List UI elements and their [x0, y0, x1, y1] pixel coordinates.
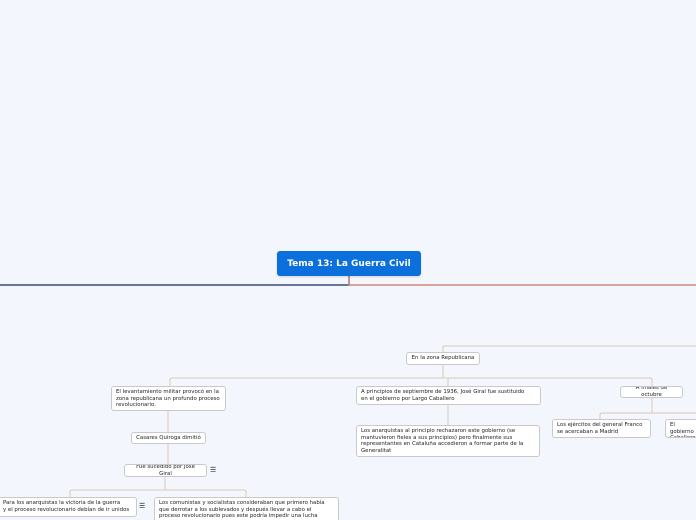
- node-levantamiento[interactable]: El levantamiento militar provocó en la z…: [111, 386, 226, 411]
- right-main-branch: [348, 276, 696, 286]
- zona-children-bus: [169, 365, 653, 386]
- node-anarquistas-gobierno[interactable]: Los anarquistas al principio rechazaron …: [356, 425, 540, 457]
- octubre-children: [599, 398, 696, 419]
- left-main-branch: [0, 276, 350, 286]
- node-anarquistas-victoria[interactable]: Para los anarquistas la victoria de la g…: [0, 497, 137, 517]
- node-zona-republicana[interactable]: En la zona Republicana: [406, 352, 480, 365]
- node-comunistas[interactable]: Los comunistas y socialistas consideraba…: [154, 497, 339, 520]
- node-franco[interactable]: Los ejércitos del general Franco se acer…: [552, 419, 651, 438]
- mind-map-canvas: Tema 13: La Guerra Civil En la zona Repu…: [0, 0, 696, 520]
- notes-icon[interactable]: ☰: [210, 467, 216, 474]
- node-gobierno-caballero[interactable]: El gobierno Caballero: [665, 419, 696, 438]
- central-topic[interactable]: Tema 13: La Guerra Civil: [277, 251, 421, 276]
- node-octubre[interactable]: A finales de octubre: [620, 386, 683, 398]
- node-casares[interactable]: Casares Quiroga dimitió: [131, 432, 206, 444]
- notes-icon[interactable]: ☰: [139, 503, 145, 510]
- node-septiembre[interactable]: A principios de septiembre de 1936, José…: [356, 386, 541, 405]
- sucedido-children: [69, 477, 247, 497]
- node-sucedido[interactable]: Fue sucedido por José Giral: [124, 464, 207, 477]
- zona-branch-link: [442, 345, 696, 352]
